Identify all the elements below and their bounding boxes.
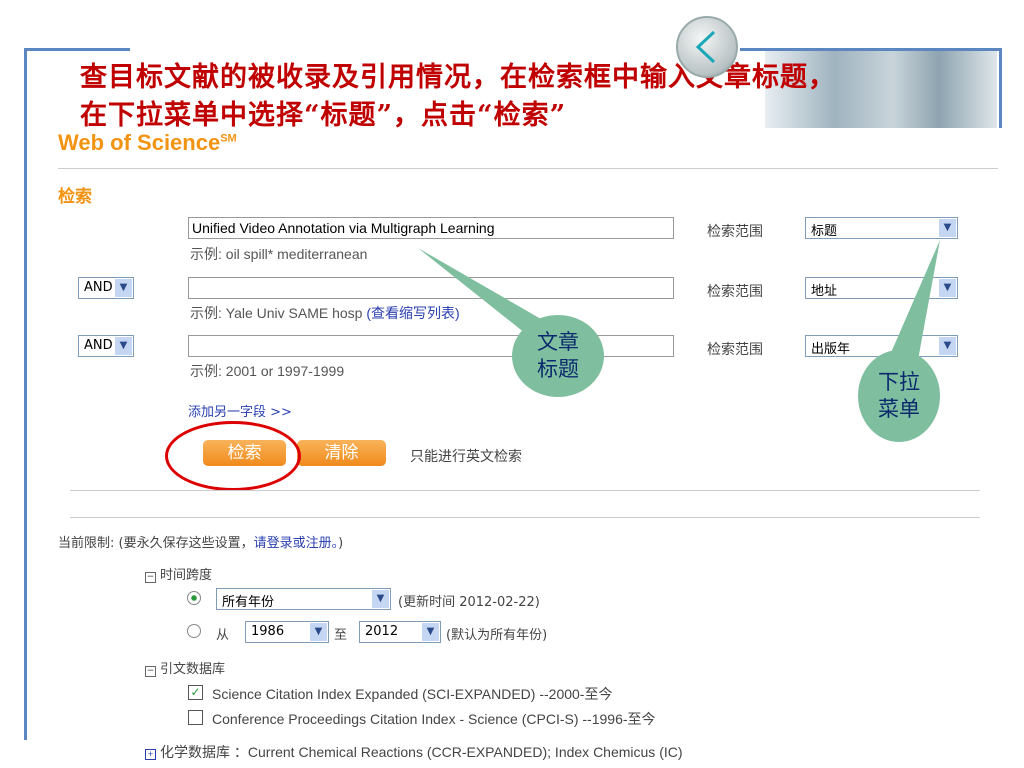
citation-db-header[interactable]: − 引文数据库 [145,658,225,677]
to-label: 至 [334,628,348,643]
chevron-down-icon: ▼ [422,623,439,641]
to-year-select[interactable]: 2012 ▼ [359,621,441,643]
cpci-label: Conference Proceedings Citation Index - … [212,711,656,727]
chem-db-row[interactable]: + 化学数据库 ：Current Chemical Reactions (CCR-… [145,742,683,762]
radio-all-years[interactable] [187,591,201,605]
divider [70,490,980,491]
all-years-select[interactable]: 所有年份 ▼ [216,588,391,610]
from-year-select[interactable]: 1986 ▼ [245,621,329,643]
divider [70,517,980,518]
collapse-icon: − [145,666,156,677]
default-note: (默认为所有年份) [446,628,548,643]
chevron-down-icon: ▼ [372,590,389,608]
current-limits: 当前限制: (要永久保存这些设置，请登录或注册。) [58,536,344,551]
cpci-checkbox[interactable] [188,710,203,725]
callout-dropdown: 下拉 菜单 [858,350,940,442]
collapse-icon: − [145,572,156,583]
radio-year-range[interactable] [187,624,201,638]
update-time: (更新时间 2012-02-22) [398,595,540,610]
login-link[interactable]: 请登录或注册。 [254,536,339,551]
expand-icon: + [145,749,156,760]
from-label: 从 [216,628,230,643]
sci-label: Science Citation Index Expanded (SCI-EXP… [212,686,613,702]
chevron-down-icon: ▼ [310,623,327,641]
sci-checkbox[interactable]: ✓ [188,685,203,700]
timespan-header[interactable]: − 时间跨度 [145,564,212,583]
callout-article-title: 文章 标题 [512,315,604,397]
